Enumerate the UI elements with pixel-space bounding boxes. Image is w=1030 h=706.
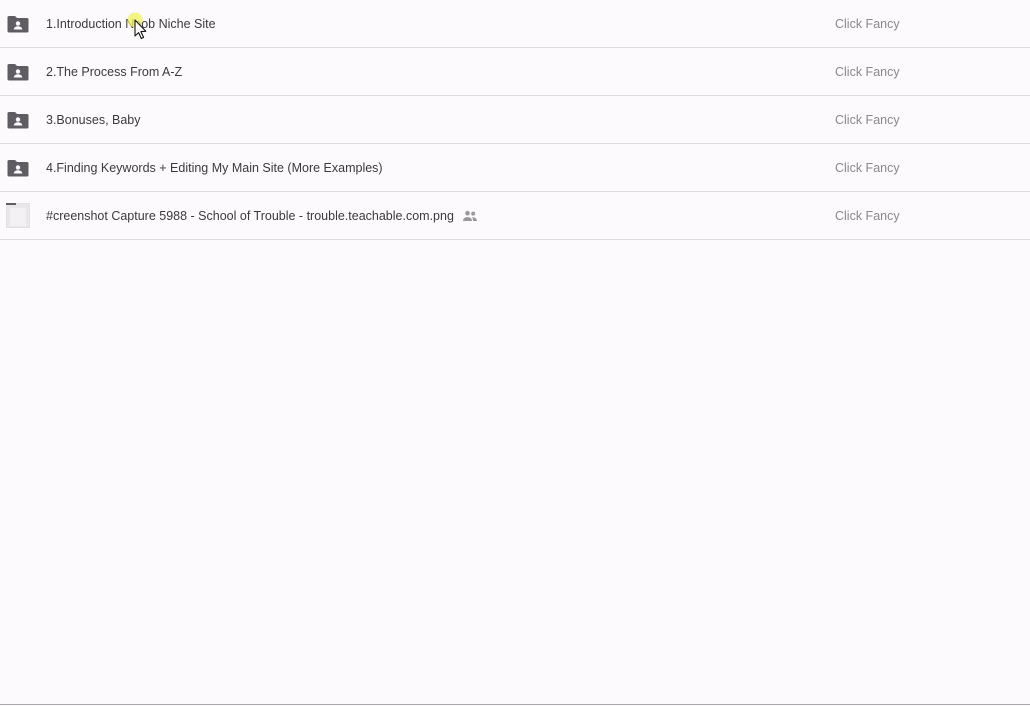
- file-name[interactable]: #creenshot Capture 5988 - School of Trou…: [46, 209, 454, 223]
- file-owner: Click Fancy: [835, 160, 900, 175]
- image-thumbnail: [6, 203, 30, 228]
- file-row-folder-2[interactable]: 2.The Process From A-Z Click Fancy: [0, 48, 1030, 96]
- file-owner: Click Fancy: [835, 208, 900, 223]
- shared-folder-icon: [7, 111, 29, 128]
- file-owner: Click Fancy: [835, 112, 900, 127]
- file-list: 1.Introduction Noob Niche Site Click Fan…: [0, 0, 1030, 240]
- file-row-folder-3[interactable]: 3.Bonuses, Baby Click Fancy: [0, 96, 1030, 144]
- file-owner: Click Fancy: [835, 16, 900, 31]
- file-row-folder-1[interactable]: 1.Introduction Noob Niche Site Click Fan…: [0, 0, 1030, 48]
- file-row-folder-4[interactable]: 4.Finding Keywords + Editing My Main Sit…: [0, 144, 1030, 192]
- file-name-wrapper[interactable]: #creenshot Capture 5988 - School of Trou…: [46, 209, 478, 223]
- file-name[interactable]: 3.Bonuses, Baby: [46, 113, 141, 127]
- bottom-divider: [0, 704, 1030, 705]
- file-owner: Click Fancy: [835, 64, 900, 79]
- file-row-image[interactable]: #creenshot Capture 5988 - School of Trou…: [0, 192, 1030, 240]
- shared-folder-icon: [7, 159, 29, 176]
- people-icon: [462, 210, 477, 221]
- shared-folder-icon: [7, 63, 29, 80]
- file-name[interactable]: 4.Finding Keywords + Editing My Main Sit…: [46, 161, 383, 175]
- shared-folder-icon: [7, 15, 29, 32]
- file-name[interactable]: 2.The Process From A-Z: [46, 65, 182, 79]
- file-name[interactable]: 1.Introduction Noob Niche Site: [46, 17, 216, 31]
